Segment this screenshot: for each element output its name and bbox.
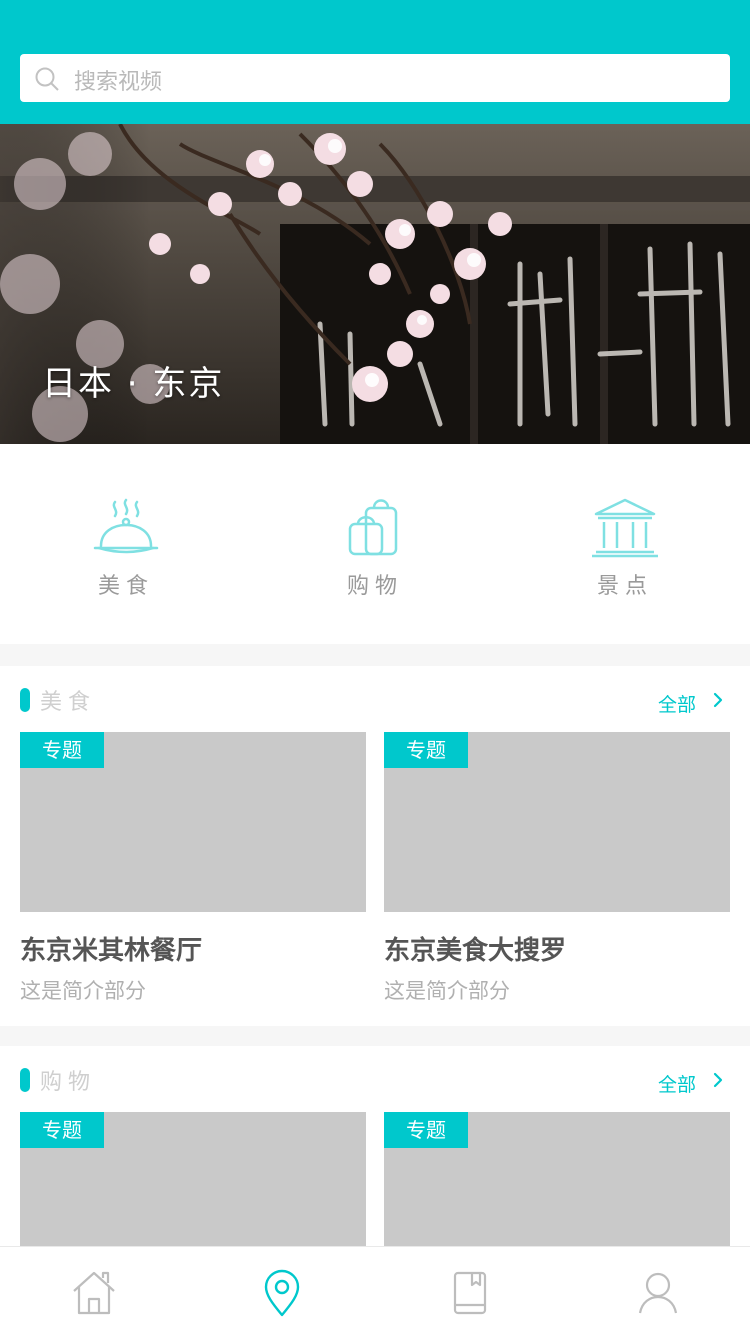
- top-bar: 搜索视频: [0, 0, 750, 124]
- topic-card[interactable]: 专题 东京米其林餐厅 这是简介部分: [20, 732, 366, 1005]
- section-title: 美食: [40, 690, 97, 715]
- card-description: 这是简介部分: [20, 979, 146, 1003]
- section-marker: [20, 688, 30, 712]
- home-icon: [70, 1271, 118, 1321]
- cloche-icon: [66, 498, 186, 558]
- shopping-bag-icon: [315, 498, 435, 558]
- tab-location[interactable]: [258, 1269, 306, 1317]
- bottom-tab-bar: [0, 1246, 750, 1335]
- search-input[interactable]: 搜索视频: [74, 64, 162, 96]
- category-food[interactable]: 美食: [66, 498, 186, 600]
- section-marker: [20, 1068, 30, 1092]
- topic-card[interactable]: 专题 东京美食大搜罗 这是简介部分: [384, 732, 730, 1005]
- category-label: 美食: [97, 574, 154, 599]
- landmark-icon: [565, 498, 685, 558]
- search-icon: [34, 66, 60, 92]
- location-pin-icon: [258, 1269, 306, 1321]
- topic-tag: 专题: [384, 1112, 468, 1148]
- section-title: 购物: [40, 1070, 97, 1095]
- card-title: 东京美食大搜罗: [384, 936, 567, 966]
- tab-profile[interactable]: [634, 1269, 682, 1317]
- topic-tag: 专题: [20, 732, 104, 768]
- section-shopping: 购物 全部 专题 专题: [0, 1046, 750, 1292]
- category-row: 美食 购物 景点: [0, 444, 750, 644]
- tab-home[interactable]: [70, 1269, 118, 1317]
- category-label: 景点: [596, 574, 653, 599]
- tab-guide[interactable]: [446, 1269, 494, 1317]
- card-title: 东京米其林餐厅: [20, 936, 203, 966]
- card-image: 专题: [20, 732, 366, 912]
- search-bar[interactable]: 搜索视频: [20, 54, 730, 102]
- category-label: 购物: [346, 574, 403, 599]
- card-description: 这是简介部分: [384, 979, 510, 1003]
- topic-tag: 专题: [20, 1112, 104, 1148]
- category-attractions[interactable]: 景点: [565, 498, 685, 600]
- chevron-right-icon[interactable]: [710, 1072, 726, 1088]
- chevron-right-icon[interactable]: [710, 692, 726, 708]
- see-all-link[interactable]: 全部: [658, 1070, 696, 1097]
- book-icon: [446, 1271, 494, 1321]
- hero-banner[interactable]: 日本 · 东京: [0, 124, 750, 444]
- section-food: 美食 全部 专题 东京米其林餐厅 这是简介部分 专题 东京美食大搜罗 这是简介部…: [0, 666, 750, 1026]
- card-image: 专题: [384, 732, 730, 912]
- topic-tag: 专题: [384, 732, 468, 768]
- profile-icon: [634, 1272, 682, 1321]
- hero-city-title: 日本 · 东京: [42, 364, 225, 404]
- see-all-link[interactable]: 全部: [658, 690, 696, 717]
- category-shopping[interactable]: 购物: [315, 498, 435, 600]
